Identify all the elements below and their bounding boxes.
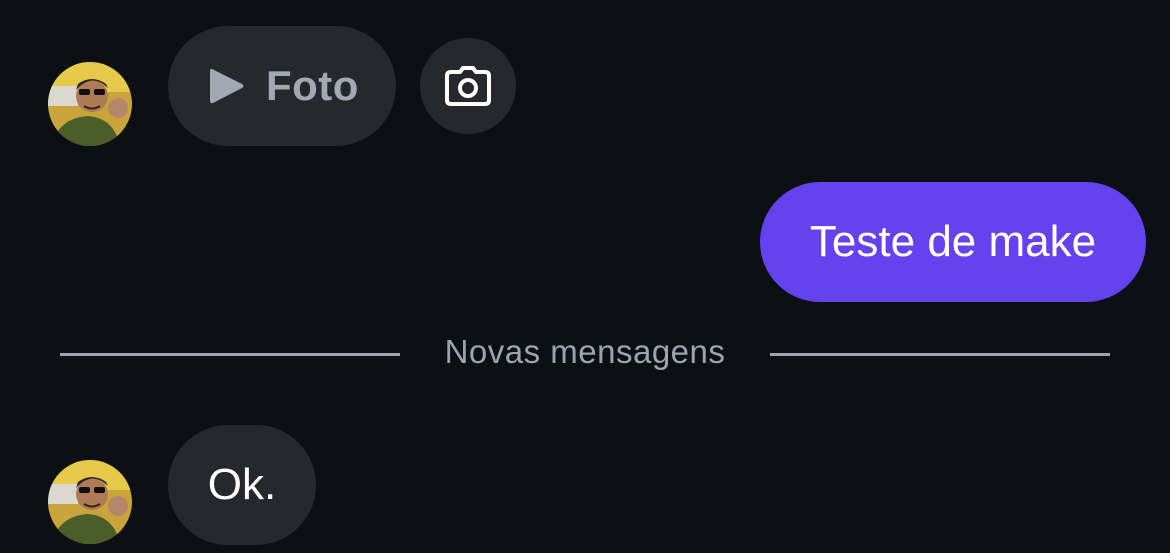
incoming-message-bubble[interactable]: Ok. — [168, 425, 316, 545]
photo-message-bubble[interactable]: Foto — [168, 26, 396, 146]
new-messages-divider-label: Novas mensagens — [444, 333, 726, 370]
camera-icon — [445, 66, 491, 106]
avatar[interactable] — [48, 460, 132, 544]
camera-button[interactable] — [420, 38, 516, 134]
divider-line-left — [60, 353, 400, 356]
avatar[interactable] — [48, 62, 132, 146]
divider-line-right — [770, 353, 1110, 356]
outgoing-message-text: Teste de make — [809, 217, 1097, 266]
outgoing-message-bubble[interactable]: Teste de make — [760, 182, 1146, 302]
photo-message-label: Foto — [266, 62, 359, 109]
incoming-message-text: Ok. — [207, 460, 277, 509]
play-icon — [210, 68, 244, 104]
